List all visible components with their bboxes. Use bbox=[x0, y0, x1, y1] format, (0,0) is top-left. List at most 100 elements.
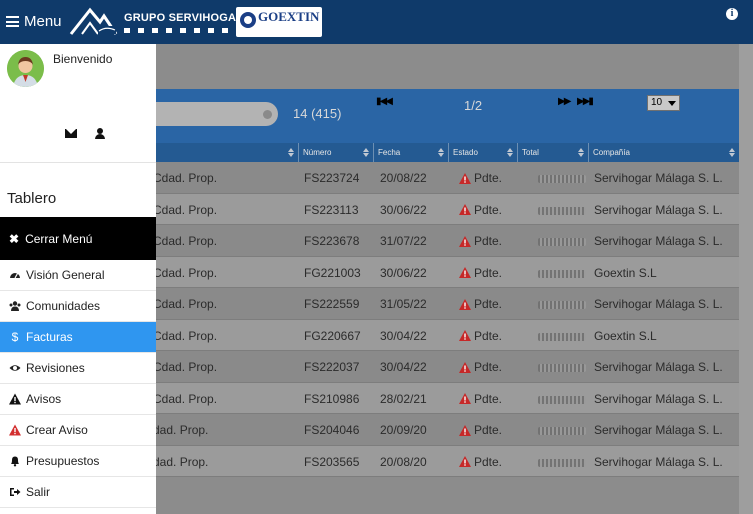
estado-label: Pdte. bbox=[474, 423, 503, 437]
cell-tipo: Cdad. Prop. bbox=[153, 171, 218, 185]
cell-estado: Pdte. bbox=[459, 266, 502, 280]
sort-icon bbox=[438, 148, 444, 157]
cell-compania: Servihogar Málaga S. L. bbox=[594, 423, 723, 437]
tachometer-icon bbox=[10, 273, 20, 279]
cell-numero: FS222037 bbox=[304, 360, 360, 374]
last-page-button[interactable]: ▶▶▮ bbox=[577, 96, 594, 107]
close-icon: ✖ bbox=[9, 231, 20, 246]
cell-compania: Servihogar Málaga S. L. bbox=[594, 454, 723, 469]
sign-out-icon bbox=[10, 488, 21, 496]
sidebar-item-vision-general[interactable]: Visión General bbox=[0, 260, 156, 291]
cell-tipo: Cdad. Prop. bbox=[153, 202, 218, 217]
warning-icon bbox=[9, 393, 21, 405]
sidebar-item-label: Comunidades bbox=[26, 299, 101, 313]
cell-fecha: 20/09/20 bbox=[380, 423, 427, 437]
blurred-total bbox=[538, 332, 586, 341]
warning-icon bbox=[459, 456, 471, 467]
goextin-logo: GOEXTIN bbox=[236, 7, 322, 37]
sidebar: Bienvenido Tablero ✖ Cerrar Menú Visión … bbox=[0, 44, 156, 514]
sidebar-item-facturas[interactable]: $ Facturas bbox=[0, 322, 156, 353]
cell-tipo: dad. Prop. bbox=[153, 423, 209, 437]
warning-icon bbox=[459, 361, 471, 373]
cell-tipo: Cdad. Prop. bbox=[153, 360, 218, 374]
cell-fecha: 30/06/22 bbox=[380, 265, 427, 280]
cell-tipo: Cdad. Prop. bbox=[153, 265, 218, 280]
column-header-numero[interactable]: Número bbox=[298, 143, 373, 162]
cell-tipo: Cdad. Prop. bbox=[153, 391, 218, 406]
divider bbox=[0, 162, 156, 163]
cell-estado: Pdte. bbox=[459, 171, 502, 185]
cell-fecha: 30/04/22 bbox=[380, 360, 427, 374]
column-header-compania[interactable]: Compañía bbox=[588, 143, 739, 162]
sidebar-nav: Visión General Comunidades $ Facturas Re… bbox=[0, 260, 156, 508]
estado-label: Pdte. bbox=[474, 360, 503, 374]
cell-estado: Pdte. bbox=[459, 203, 502, 217]
cell-compania: Servihogar Málaga S. L. bbox=[594, 360, 723, 374]
cell-numero: FS204046 bbox=[304, 423, 360, 437]
sidebar-item-revisiones[interactable]: Revisiones bbox=[0, 353, 156, 384]
first-page-button[interactable]: ▮◀◀ bbox=[376, 96, 393, 107]
sidebar-item-label: Crear Aviso bbox=[26, 423, 88, 437]
top-bar: Menu GRUPO SERVIHOGAR GOEXTIN i bbox=[0, 0, 753, 44]
users-icon bbox=[9, 301, 21, 311]
warning-icon bbox=[459, 298, 471, 310]
sort-icon bbox=[507, 148, 513, 157]
hamburger-icon bbox=[6, 16, 19, 27]
cell-compania: Servihogar Málaga S. L. bbox=[594, 297, 723, 311]
sidebar-item-label: Revisiones bbox=[26, 361, 85, 375]
blurred-total bbox=[538, 269, 586, 278]
column-label: Estado bbox=[453, 148, 478, 157]
avatar bbox=[7, 50, 44, 87]
close-menu-button[interactable]: ✖ Cerrar Menú bbox=[0, 217, 156, 260]
clear-search-icon[interactable] bbox=[263, 110, 272, 119]
page-indicator: 1/2 bbox=[464, 98, 483, 113]
envelope-icon[interactable] bbox=[65, 129, 77, 138]
cell-tipo: Cdad. Prop. bbox=[153, 234, 218, 248]
column-label: Total bbox=[522, 148, 539, 157]
sidebar-item-crear-aviso[interactable]: Crear Aviso bbox=[0, 415, 156, 446]
column-header-fecha[interactable]: Fecha bbox=[373, 143, 448, 162]
cell-numero: FS223724 bbox=[304, 171, 360, 185]
warning-red-icon bbox=[9, 424, 21, 436]
estado-label: Pdte. bbox=[474, 171, 503, 185]
cell-compania: Goextin S.L bbox=[594, 328, 657, 343]
blurred-total bbox=[538, 175, 586, 183]
sidebar-item-label: Visión General bbox=[26, 268, 105, 282]
vertical-scrollbar[interactable] bbox=[739, 44, 753, 514]
menu-button[interactable]: Menu bbox=[6, 13, 62, 30]
cell-estado: Pdte. bbox=[459, 360, 502, 374]
close-menu-label: Cerrar Menú bbox=[25, 231, 93, 246]
cell-fecha: 31/05/22 bbox=[380, 297, 427, 311]
column-header-estado[interactable]: Estado bbox=[448, 143, 517, 162]
cell-numero: FG221003 bbox=[304, 265, 361, 280]
column-label: Número bbox=[303, 148, 332, 157]
blurred-total bbox=[538, 395, 586, 404]
per-page-select[interactable]: 10 bbox=[647, 95, 680, 111]
sidebar-item-presupuestos[interactable]: Presupuestos bbox=[0, 446, 156, 477]
blurred-total bbox=[538, 458, 586, 467]
cell-estado: Pdte. bbox=[459, 329, 502, 343]
sidebar-item-label: Facturas bbox=[26, 330, 73, 344]
cell-fecha: 28/02/21 bbox=[380, 391, 427, 406]
column-header-total[interactable]: Total bbox=[517, 143, 588, 162]
cell-tipo: dad. Prop. bbox=[153, 454, 209, 469]
cell-fecha: 31/07/22 bbox=[380, 234, 427, 248]
cell-numero: FS203565 bbox=[304, 454, 360, 469]
next-page-button[interactable]: ▶▶ bbox=[558, 96, 571, 107]
cell-compania: Servihogar Málaga S. L. bbox=[594, 391, 723, 406]
sidebar-item-comunidades[interactable]: Comunidades bbox=[0, 291, 156, 322]
record-count: 14 (415) bbox=[293, 106, 342, 121]
sidebar-item-salir[interactable]: Salir bbox=[0, 477, 156, 508]
cell-compania: Servihogar Málaga S. L. bbox=[594, 171, 723, 185]
info-icon[interactable]: i bbox=[726, 8, 738, 20]
estado-label: Pdte. bbox=[474, 391, 503, 406]
sort-icon bbox=[578, 148, 584, 157]
blurred-total bbox=[538, 238, 586, 246]
sidebar-item-avisos[interactable]: Avisos bbox=[0, 384, 156, 415]
cell-tipo: Cdad. Prop. bbox=[153, 328, 218, 343]
cell-estado: Pdte. bbox=[459, 423, 502, 437]
cell-numero: FG220667 bbox=[304, 328, 361, 343]
warning-icon bbox=[459, 235, 471, 247]
menu-label: Menu bbox=[24, 13, 62, 30]
user-icon[interactable] bbox=[95, 128, 105, 139]
